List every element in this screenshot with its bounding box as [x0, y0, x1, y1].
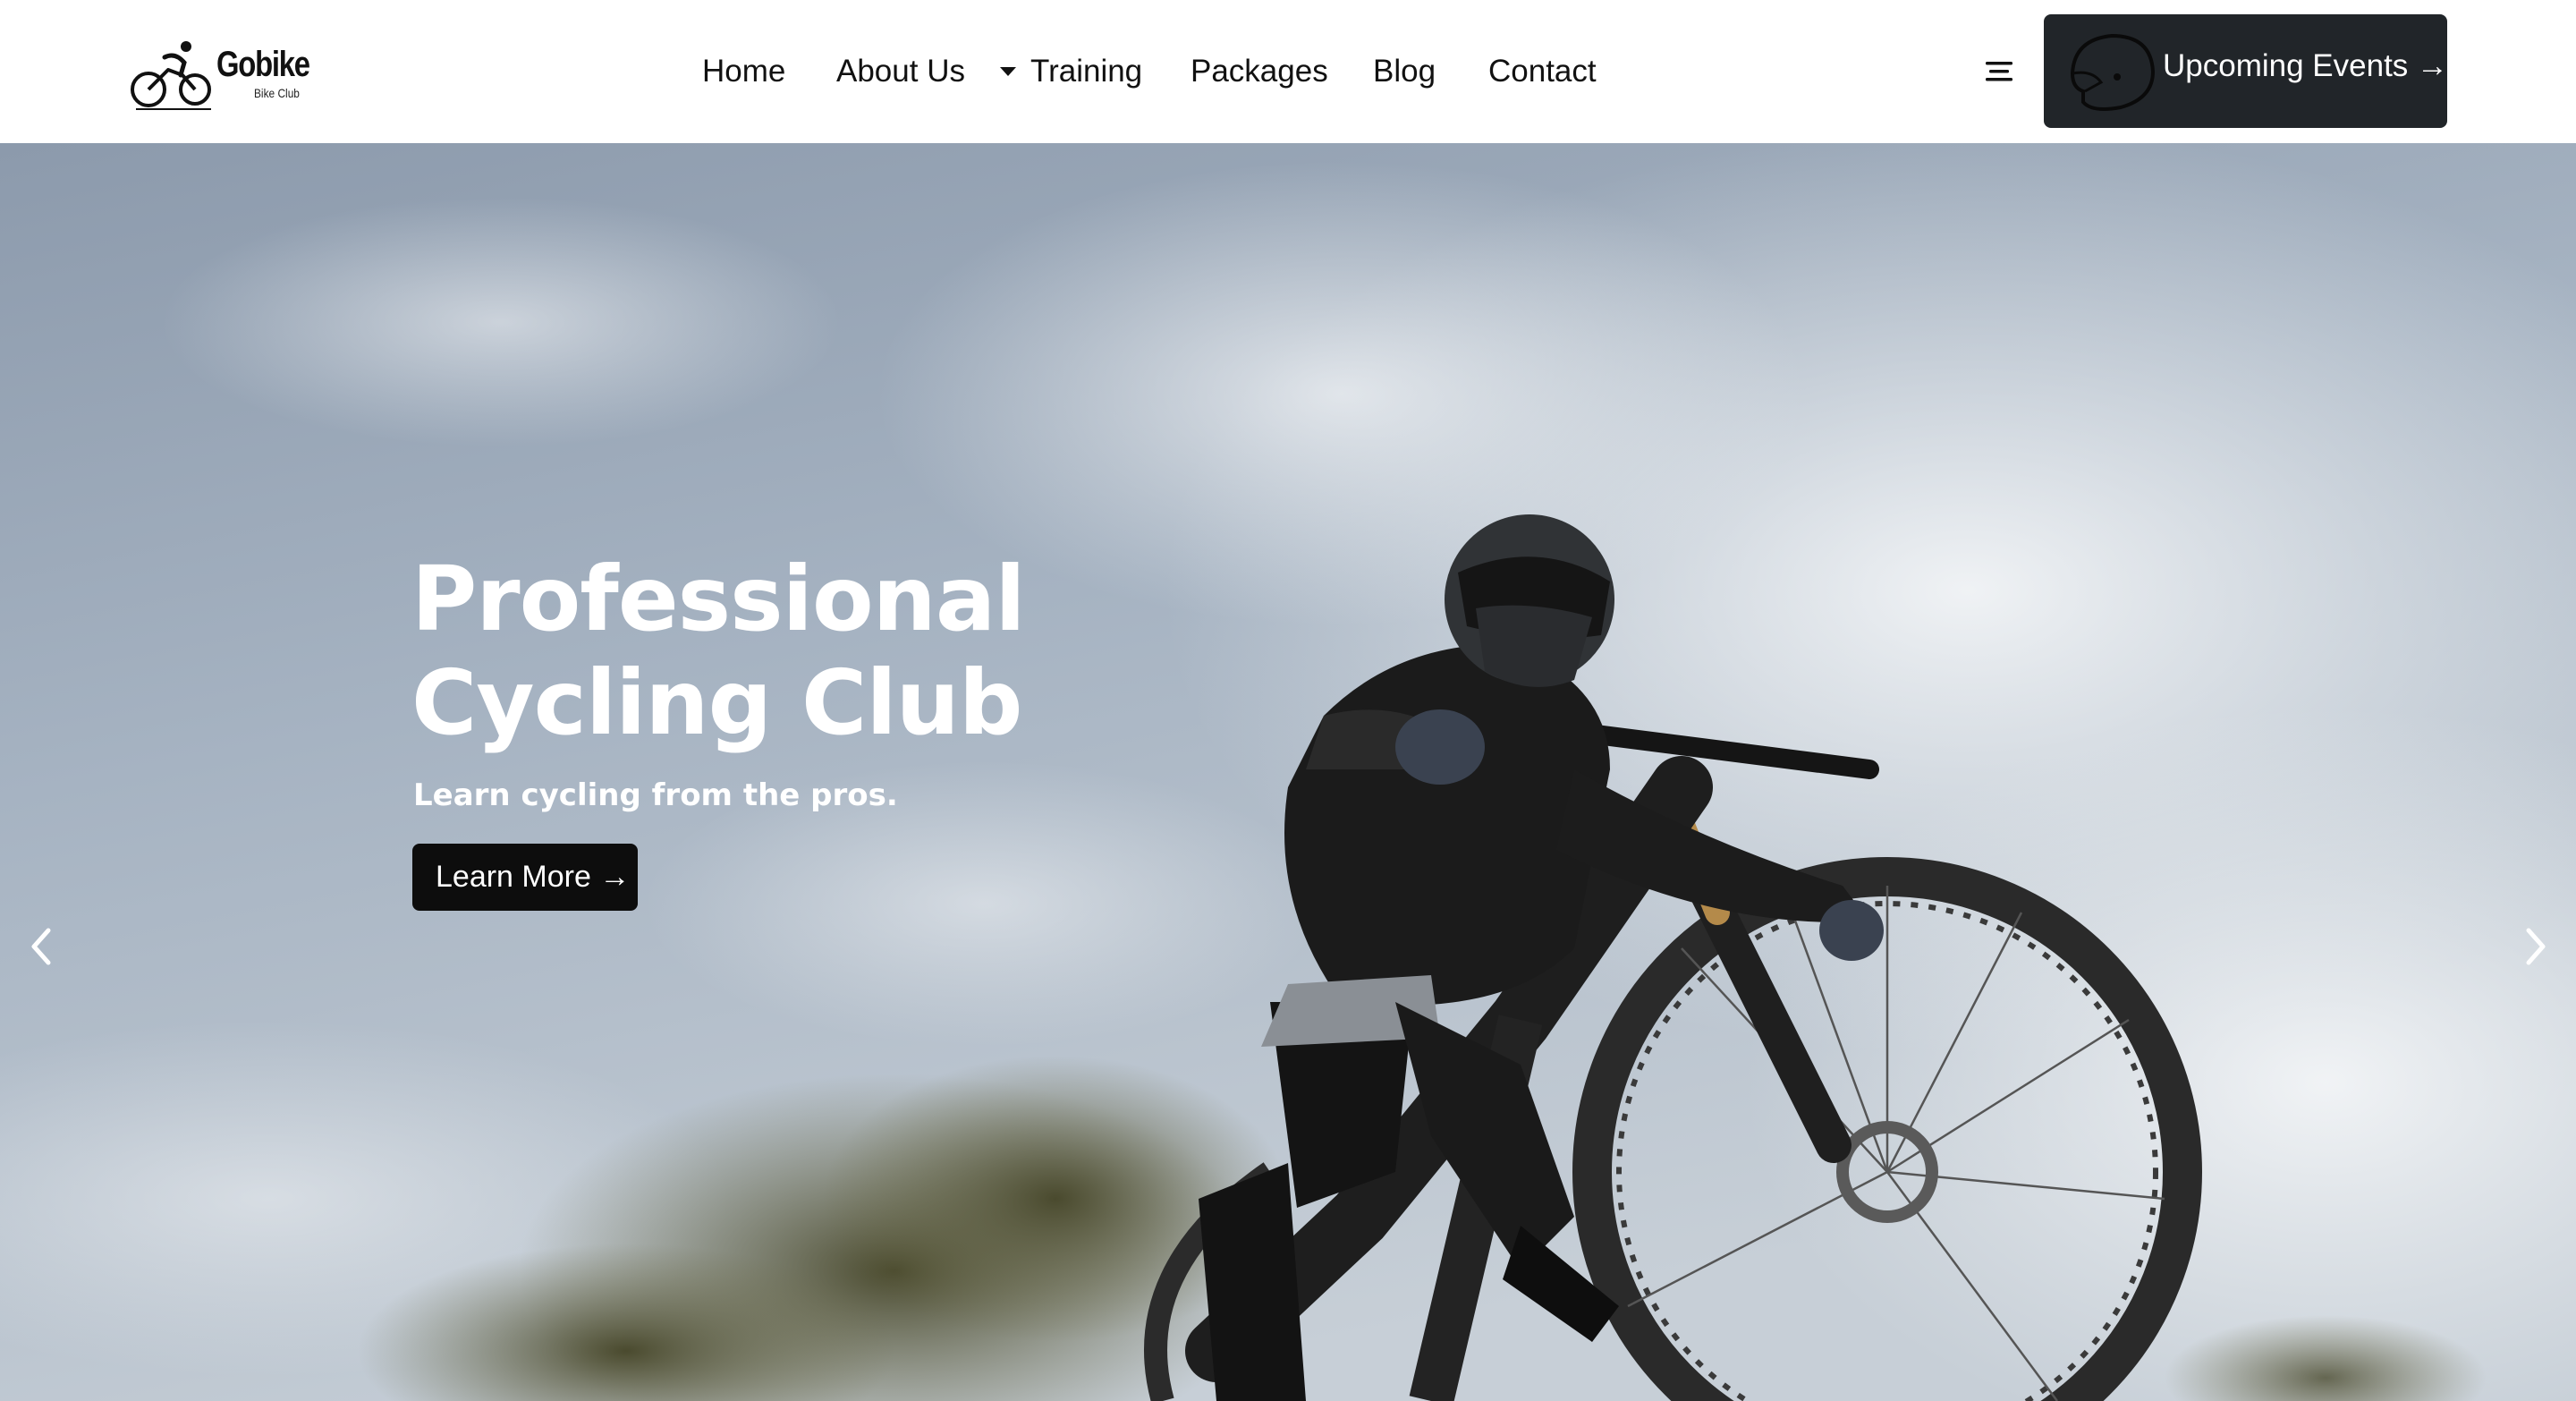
bike-logo-icon	[131, 41, 211, 110]
nav-item-packages[interactable]: Packages	[1191, 50, 1328, 93]
brand-tagline: Bike Club	[254, 86, 300, 100]
upcoming-events-label: Upcoming Events →	[2163, 48, 2447, 83]
nav-item-contact[interactable]: Contact	[1488, 50, 1597, 93]
nav-item-training[interactable]: Training	[1030, 50, 1142, 93]
nav-item-about-us[interactable]: About Us	[836, 50, 965, 93]
nav-item-blog[interactable]: Blog	[1373, 50, 1436, 93]
hero-background-image	[0, 143, 2576, 1401]
site-header: Gobike Bike Club Home About Us Training …	[0, 0, 2576, 143]
brand-name: Gobike	[216, 45, 310, 84]
chevron-left-icon[interactable]	[23, 920, 59, 973]
hero-title-line-2: Cycling Club	[411, 650, 1022, 755]
hero-carousel: Professional Cycling Club Learn cycling …	[0, 143, 2576, 1401]
caret-down-icon[interactable]	[997, 50, 1019, 93]
hamburger-menu-icon[interactable]	[1980, 52, 2020, 91]
learn-more-button[interactable]: Learn More →	[412, 844, 638, 911]
hero-subtitle: Learn cycling from the pros.	[413, 777, 898, 813]
helmet-icon	[2070, 33, 2156, 111]
chevron-right-icon[interactable]	[2518, 920, 2554, 973]
brand-logo[interactable]: Gobike Bike Club	[129, 39, 310, 111]
hero-title: Professional Cycling Club	[411, 548, 1216, 755]
hero-title-line-1: Professional	[411, 547, 1026, 651]
nav-item-home[interactable]: Home	[702, 50, 785, 93]
upcoming-events-button[interactable]: Upcoming Events →	[2044, 14, 2447, 128]
